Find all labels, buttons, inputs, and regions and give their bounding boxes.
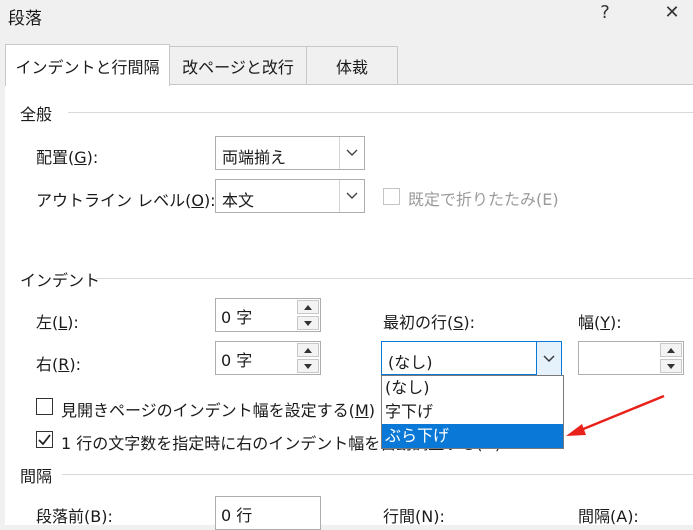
dropdown-option[interactable]: 字下げ bbox=[382, 400, 563, 424]
line-spacing-label: 行間(N): bbox=[383, 507, 445, 526]
outline-level-select[interactable]: 本文 bbox=[215, 179, 365, 213]
collapsed-label: 既定で折りたたみ(E) bbox=[408, 190, 559, 209]
alignment-value: 両端揃え bbox=[222, 148, 287, 167]
chevron-down-icon bbox=[536, 341, 562, 377]
spacing-heading: 間隔 bbox=[20, 467, 53, 486]
space-before-spinner[interactable]: 0 行 bbox=[215, 496, 321, 530]
alignment-label: 配置(G): bbox=[36, 148, 99, 167]
right-indent-label: 右(R): bbox=[36, 355, 82, 374]
close-button[interactable]: ✕ bbox=[657, 2, 687, 23]
tab-typography[interactable]: 体裁 bbox=[306, 46, 398, 85]
spin-up-icon[interactable] bbox=[297, 343, 319, 357]
spacing-divider bbox=[62, 474, 693, 475]
spin-up-icon[interactable] bbox=[297, 300, 319, 314]
outline-level-value: 本文 bbox=[222, 191, 255, 210]
dropdown-option-selected[interactable]: ぶら下げ bbox=[382, 424, 563, 448]
first-line-label: 最初の行(S): bbox=[383, 313, 476, 332]
spin-down-icon[interactable] bbox=[660, 359, 682, 373]
help-button[interactable]: ? bbox=[590, 2, 620, 23]
mirror-indent-checkbox[interactable] bbox=[36, 398, 53, 415]
tab-label: 改ページと改行 bbox=[182, 58, 294, 77]
right-indent-value: 0 字 bbox=[221, 351, 253, 370]
tab-label: 体裁 bbox=[335, 58, 368, 77]
general-divider bbox=[68, 112, 693, 113]
dialog-title: 段落 bbox=[8, 9, 42, 29]
alignment-select[interactable]: 両端揃え bbox=[215, 136, 365, 170]
first-line-value: (なし) bbox=[388, 353, 433, 372]
check-icon bbox=[38, 434, 51, 446]
auto-adjust-checkbox[interactable] bbox=[36, 431, 53, 448]
spin-down-icon[interactable] bbox=[297, 359, 319, 373]
first-line-select[interactable]: (なし) bbox=[381, 341, 562, 377]
outline-level-label: アウトライン レベル(O): bbox=[36, 191, 216, 210]
right-indent-spinner[interactable]: 0 字 bbox=[215, 341, 321, 375]
space-before-value: 0 行 bbox=[221, 506, 253, 525]
left-indent-spinner[interactable]: 0 字 bbox=[215, 298, 321, 332]
tab-page-break[interactable]: 改ページと改行 bbox=[168, 46, 308, 85]
space-before-label: 段落前(B): bbox=[36, 507, 113, 526]
mirror-indent-label: 見開きページのインデント幅を設定する(M) bbox=[61, 401, 375, 420]
tab-label: インデントと行間隔 bbox=[15, 57, 160, 77]
width-spinner[interactable] bbox=[578, 341, 684, 375]
dropdown-option[interactable]: (なし) bbox=[382, 376, 563, 400]
width-label: 幅(Y): bbox=[578, 313, 622, 332]
chevron-down-icon bbox=[339, 137, 364, 169]
tab-indent-spacing[interactable]: インデントと行間隔 bbox=[5, 44, 170, 86]
left-indent-value: 0 字 bbox=[221, 308, 253, 327]
first-line-dropdown: (なし) 字下げ ぶら下げ bbox=[381, 375, 564, 449]
indent-divider bbox=[96, 278, 693, 279]
collapsed-checkbox[interactable] bbox=[383, 188, 400, 205]
red-arrow-annotation bbox=[566, 394, 665, 436]
spin-up-icon[interactable] bbox=[660, 343, 682, 357]
chevron-down-icon bbox=[339, 180, 364, 212]
indent-heading: インデント bbox=[20, 271, 101, 290]
spin-down-icon[interactable] bbox=[297, 316, 319, 330]
general-heading: 全般 bbox=[20, 105, 53, 124]
left-indent-label: 左(L): bbox=[36, 313, 79, 332]
at-label: 間隔(A): bbox=[578, 507, 639, 526]
